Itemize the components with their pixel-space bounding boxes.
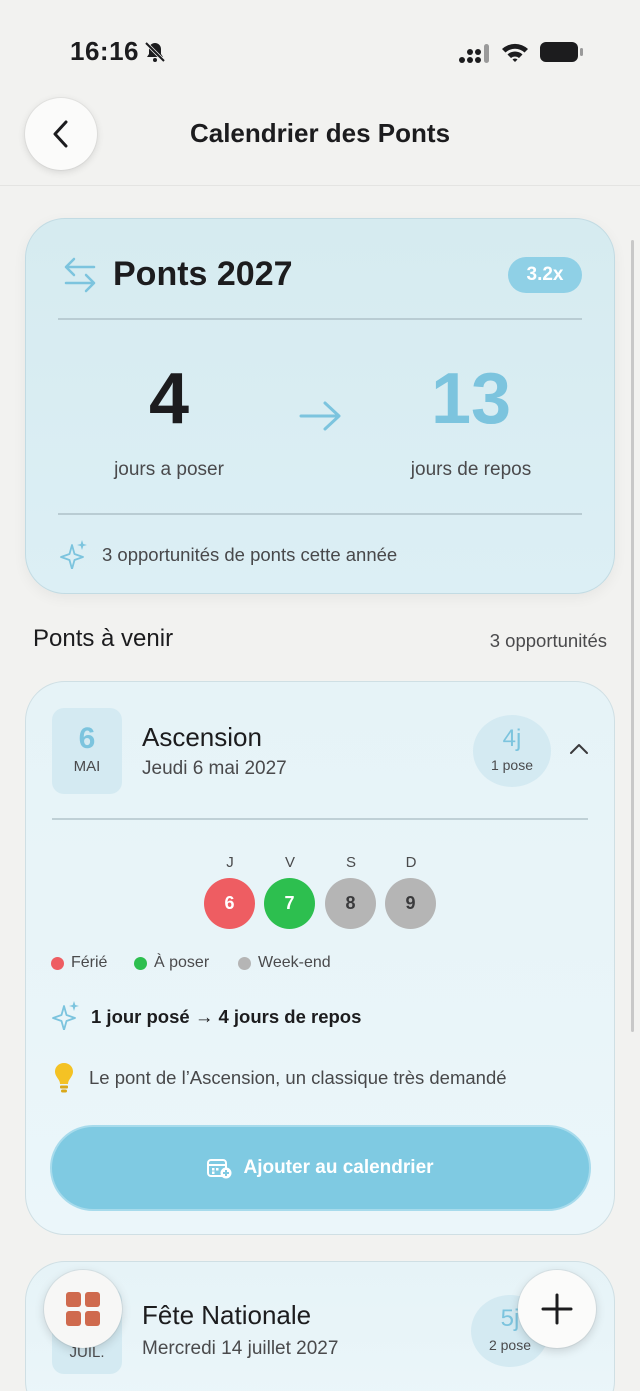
summary-footer-text: 3 opportunités de ponts cette année [102,544,398,565]
day-weekend: 8 [325,878,376,929]
bridge-tip-text: Le pont de l’Ascension, un classique trè… [89,1067,507,1088]
legend-label: À poser [154,954,210,971]
add-to-calendar-button[interactable]: Ajouter au calendrier [50,1125,591,1211]
weekday-label: V [284,854,295,871]
section-count: 3 opportunités [489,630,607,651]
arrow-right-icon [299,401,341,431]
chevron-up-icon[interactable] [568,742,590,756]
legend-ferie: Férié [51,954,107,972]
legend-label: Week-end [258,954,331,971]
arrows-swap-icon [64,257,96,293]
add-button[interactable] [518,1270,596,1348]
day-weekend: 9 [385,878,436,929]
weekday-label: D [405,854,417,871]
rest-days-label: jours de repos [410,459,532,480]
ratio-badge: 3.2x [508,257,582,293]
page-title: Calendrier des Ponts [189,118,451,148]
weekday-label: S [345,854,356,871]
scrollbar[interactable] [631,240,634,1032]
legend-a-poser: À poser [134,954,209,972]
lightbulb-icon [55,1063,73,1093]
legend-label: Férié [71,954,108,971]
bridge-total-days: 4j [502,725,522,752]
summary-title: Ponts 2027 [113,255,293,293]
bridge-card-ascension[interactable]: 6 MAI Ascension Jeudi 6 mai 2027 4j 1 po… [25,681,615,1235]
section-title: Ponts à venir [33,625,174,652]
legend-dot [51,956,64,970]
summary-divider-bottom [58,513,582,515]
signal-icon [459,44,489,63]
day-ferie: 6 [204,878,255,929]
status-bar: 16:16 [0,0,640,100]
holiday-date: Jeudi 6 mai 2027 [142,758,287,779]
bridge-gain-text: 1 jour posé → 4 jours de repos [91,1006,362,1027]
wifi-icon [502,43,528,62]
date-badge: 6 MAI [52,708,122,794]
days-to-take-value: 4 [148,359,190,439]
holiday-name: Fête Nationale [142,1300,312,1330]
sparkles-icon [52,1001,79,1030]
day-a-poser: 7 [264,878,315,929]
rest-days-stat: 13 jours de repos [371,359,571,481]
grid-view-button[interactable] [44,1270,122,1348]
bridge-days-badge: 4j 1 pose [473,715,551,787]
summary-divider-top [58,318,582,320]
rest-days-value: 13 [430,359,512,439]
holiday-name: Ascension [142,722,262,752]
bell-slash-icon [144,41,166,63]
plus-icon [541,1293,573,1325]
calendar-add-icon [207,1159,232,1179]
add-to-calendar-label: Ajouter au calendrier [243,1157,434,1178]
battery-icon [540,42,583,62]
days-to-take-stat: 4 jours a poser [69,359,269,481]
legend-weekend: Week-end [238,954,331,972]
summary-card: Ponts 2027 3.2x 4 jours a poser 13 jours… [25,218,615,594]
date-month: MAI [73,758,101,775]
sparkles-icon [60,540,87,569]
status-time: 16:16 [70,36,139,66]
card-divider [52,818,588,820]
weekday-label: J [226,854,234,871]
navigation-bar: Calendrier des Ponts [0,96,640,186]
legend-dot [134,956,147,970]
days-to-take-label: jours a poser [114,459,224,480]
legend-dot [238,956,251,970]
bridge-days-taken: 1 pose [490,757,534,773]
holiday-date: Mercredi 14 juillet 2027 [142,1338,339,1359]
date-day: 6 [78,722,96,755]
